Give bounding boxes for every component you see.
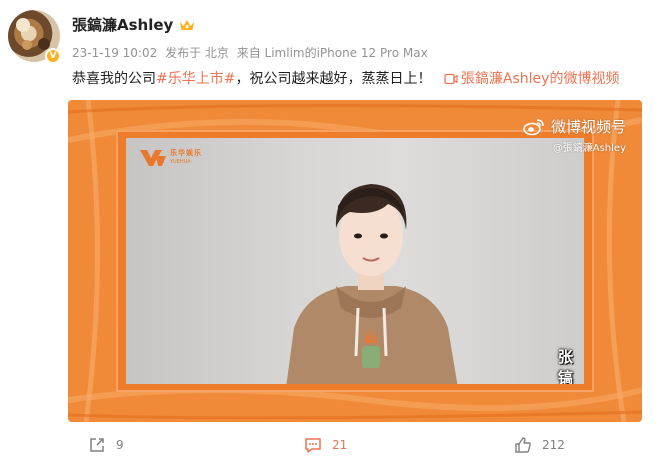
repost-button[interactable]: 9: [88, 436, 124, 454]
crown-icon: [180, 19, 195, 30]
brand-subtext: YUEHUA: [170, 159, 191, 165]
hashtag-link[interactable]: #乐华上市#: [156, 71, 235, 87]
comment-button[interactable]: 21: [304, 436, 347, 454]
like-icon: [515, 437, 531, 453]
comment-count: 21: [332, 438, 348, 452]
brand-text: 乐华娱乐: [170, 149, 202, 157]
repost-icon: [90, 438, 104, 452]
person-image: [286, 184, 458, 384]
video-link[interactable]: 張鎬濂Ashley的微博视频: [461, 71, 620, 87]
verified-badge-icon: V: [45, 48, 61, 64]
video-player[interactable]: 乐华娱乐 YUEHUA 张镐濂: [68, 100, 642, 422]
repost-count: 9: [116, 438, 124, 452]
username-text[interactable]: 張鎬濂Ashley: [72, 14, 173, 35]
post-text: 恭喜我的公司#乐华上市#，祝公司越来越好，蒸蒸日上！ 張鎬濂Ashley的微博视…: [72, 68, 619, 88]
weibo-logo-icon: [523, 118, 544, 135]
video-screen: 乐华娱乐 YUEHUA 张镐濂: [126, 138, 584, 384]
video-link-icon: [444, 73, 458, 85]
post-time[interactable]: 23-1-19 10:02: [72, 46, 157, 60]
post-meta: 23-1-19 10:02 发布于 北京 来自 Limlim的iPhone 12…: [72, 44, 432, 61]
video-watermark: 微博视频号 @張鎬濂Ashley: [523, 116, 626, 154]
brand-logo-icon: [140, 150, 166, 166]
like-count: 212: [542, 438, 565, 452]
comment-icon: [305, 438, 321, 453]
watermark-handle: @張鎬濂Ashley: [552, 143, 626, 154]
action-bar: 9 21 212: [0, 432, 660, 462]
watermark-title: 微博视频号: [550, 118, 626, 136]
like-button[interactable]: 212: [514, 436, 565, 454]
username[interactable]: 張鎬濂Ashley: [72, 14, 195, 35]
post-text-before: 恭喜我的公司: [72, 71, 156, 87]
post-text-after: ，祝公司越来越好，蒸蒸日上！: [235, 71, 432, 87]
post-location: 发布于 北京: [165, 46, 229, 60]
video-caption: 张镐濂: [558, 348, 574, 384]
post-source: 来自 Limlim的iPhone 12 Pro Max: [236, 46, 428, 60]
